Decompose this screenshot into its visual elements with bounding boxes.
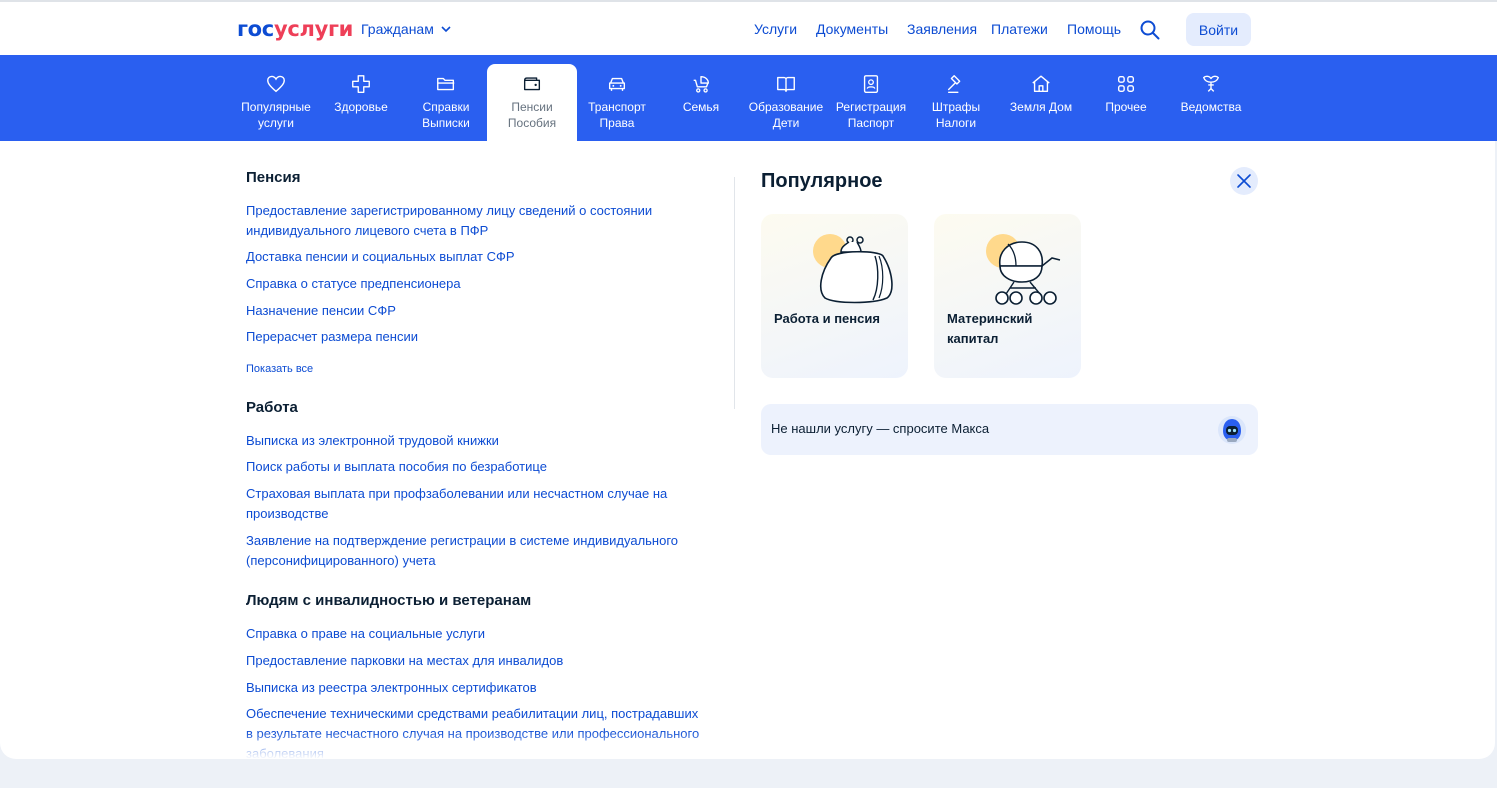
top-nav: Услуги Документы Заявления Платежи Помощ… (0, 21, 1497, 41)
service-link[interactable]: Выписка из реестра электронных сертифика… (246, 678, 706, 698)
service-link[interactable]: Перерасчет размера пенсии (246, 327, 706, 347)
book-icon (777, 76, 795, 93)
close-button[interactable] (1230, 167, 1258, 195)
service-link[interactable]: Предоставление зарегистрированному лицу … (246, 201, 706, 241)
gavel-icon (947, 75, 961, 93)
popular-card-maternity-capital[interactable]: Материнский капитал (934, 214, 1081, 378)
category-certificates[interactable]: Справки Выписки (403, 67, 489, 141)
category-fines[interactable]: Штрафы Налоги (913, 67, 999, 141)
pensions-menu-panel: Пенсия Предоставление зарегистрированном… (0, 141, 1495, 759)
service-link[interactable]: Выписка из электронной трудовой книжки (246, 431, 706, 451)
car-icon (608, 77, 626, 91)
purse-icon (819, 236, 893, 304)
popular-title: Популярное (761, 170, 883, 192)
house-icon (1032, 75, 1050, 93)
category-label: Транспорт Права (588, 100, 646, 130)
category-family[interactable]: Семья (658, 67, 744, 141)
service-link[interactable]: Предоставление парковки на местах для ин… (246, 651, 706, 671)
id-card-icon (863, 75, 879, 93)
category-label: Популярные услуги (241, 100, 311, 130)
category-label: Пенсии Пособия (507, 100, 557, 130)
nav-services[interactable]: Услуги (754, 21, 797, 37)
category-label: Регистрация Паспорт (835, 100, 907, 130)
category-popular[interactable]: Популярные услуги (233, 67, 319, 141)
wallet-icon (523, 77, 541, 91)
top-header: госуслуги Гражданам Услуги Документы Зая… (0, 0, 1497, 55)
login-button[interactable]: Войти (1186, 13, 1251, 46)
category-land-house[interactable]: Земля Дом (998, 67, 1084, 141)
grid-icon (1117, 75, 1135, 93)
stroller-icon (693, 75, 710, 93)
category-label: Семья (682, 100, 720, 114)
nav-applications[interactable]: Заявления (907, 21, 977, 37)
category-label: Здоровье (334, 100, 388, 114)
section-title-disability: Людям с инвалидностью и ветеранам (246, 592, 532, 609)
service-link[interactable]: Справка о статусе предпенсионера (246, 274, 706, 294)
category-label: Штрафы Налоги (931, 100, 981, 130)
emblem-icon (1202, 75, 1220, 92)
category-label: Образование Дети (748, 100, 824, 130)
nav-payments[interactable]: Платежи (991, 21, 1048, 37)
heart-icon (267, 75, 285, 93)
category-agencies[interactable]: Ведомства (1168, 67, 1254, 141)
service-link[interactable]: Справка о праве на социальные услуги (246, 624, 706, 644)
service-link[interactable]: Поиск работы и выплата пособия по безраб… (246, 457, 706, 477)
category-label: Земля Дом (1009, 100, 1073, 114)
search-icon[interactable] (1139, 19, 1161, 41)
card-label: Работа и пенсия (774, 311, 880, 326)
category-label: Справки Выписки (422, 100, 470, 130)
section-title-pension: Пенсия (246, 169, 301, 186)
service-link[interactable]: Заявление на подтверждение регистрации в… (246, 531, 706, 571)
category-registration[interactable]: Регистрация Паспорт (828, 67, 914, 141)
category-bar: Популярные услуги Здоровье Справки Выпис… (0, 55, 1497, 141)
category-pensions[interactable]: Пенсии Пособия (487, 64, 577, 141)
category-transport[interactable]: Транспорт Права (574, 67, 660, 141)
close-icon (1237, 174, 1251, 188)
section-title-work: Работа (246, 399, 298, 416)
category-education[interactable]: Образование Дети (743, 67, 829, 141)
baby-carriage-icon (995, 241, 1061, 305)
show-all-link[interactable]: Показать все (246, 363, 313, 375)
scroll-fade (246, 731, 746, 759)
service-link[interactable]: Назначение пенсии СФР (246, 301, 706, 321)
service-link[interactable]: Доставка пенсии и социальных выплат СФР (246, 247, 706, 267)
category-health[interactable]: Здоровье (318, 67, 404, 141)
cross-icon (352, 75, 370, 93)
ask-max-label: Не нашли услугу — спросите Макса (771, 421, 990, 436)
category-label: Прочее (1105, 100, 1147, 114)
service-link[interactable]: Страховая выплата при профзаболевании ил… (246, 484, 706, 524)
category-label: Ведомства (1180, 100, 1242, 114)
category-other[interactable]: Прочее (1083, 67, 1169, 141)
card-label: Материнский капитал (947, 311, 1033, 346)
nav-documents[interactable]: Документы (816, 21, 888, 37)
column-divider (734, 177, 735, 409)
popular-card-work-pension[interactable]: Работа и пенсия (761, 214, 908, 378)
ask-max-assistant[interactable]: Не нашли услугу — спросите Макса (761, 404, 1258, 455)
nav-help[interactable]: Помощь (1067, 21, 1121, 37)
folder-icon (437, 77, 455, 91)
robot-avatar-icon (1218, 416, 1246, 444)
